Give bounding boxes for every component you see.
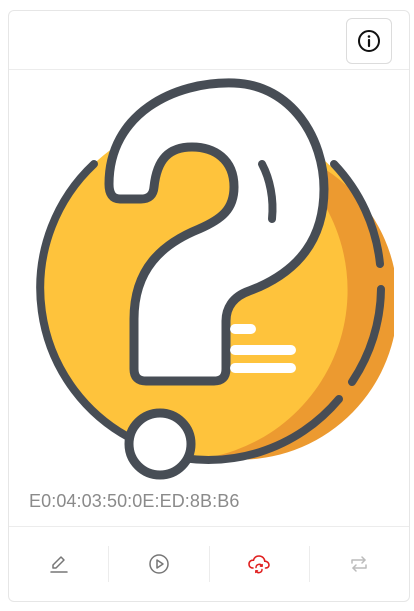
- info-button[interactable]: [346, 18, 392, 64]
- question-mark-dot: [124, 408, 196, 480]
- play-button[interactable]: [108, 546, 208, 582]
- action-bar: [9, 526, 409, 601]
- card-header: [9, 11, 409, 70]
- edit-button[interactable]: [9, 546, 108, 582]
- device-card: E0:04:03:50:0E:ED:8B:B6: [8, 10, 410, 602]
- edit-icon: [49, 556, 68, 573]
- play-icon: [149, 554, 169, 574]
- info-circle-icon: [358, 30, 380, 52]
- cloud-sync-button[interactable]: [208, 546, 309, 582]
- device-identifier: E0:04:03:50:0E:ED:8B:B6: [29, 491, 240, 511]
- cloud-sync-icon: [248, 555, 270, 574]
- repeat-icon: [351, 556, 368, 572]
- question-mark-icon: [36, 78, 394, 480]
- repeat-button[interactable]: [308, 546, 409, 582]
